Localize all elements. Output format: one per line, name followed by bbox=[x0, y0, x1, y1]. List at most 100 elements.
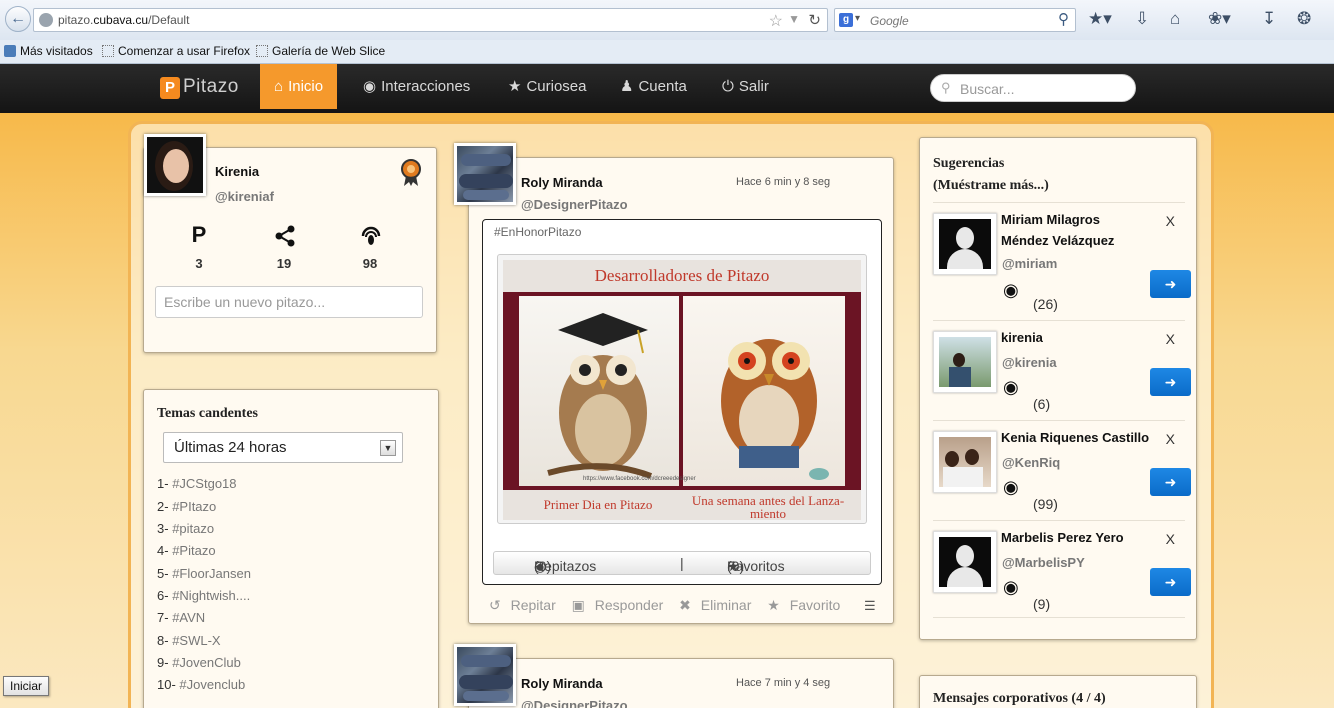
addon-icon[interactable]: ❀▾ bbox=[1208, 9, 1231, 29]
badge-icon bbox=[401, 159, 421, 186]
page-icon bbox=[256, 45, 268, 57]
bookmark-getting-started[interactable]: Comenzar a usar Firefox bbox=[102, 44, 250, 58]
stat-shares[interactable]: 19 bbox=[269, 256, 299, 271]
trend-item[interactable]: 10- #Jovenclub bbox=[157, 677, 245, 692]
profile-name[interactable]: Kirenia bbox=[215, 164, 259, 179]
post-hashtag[interactable]: #EnHonorPitazo bbox=[494, 225, 581, 239]
browser-search-bar[interactable]: g ▾ Google ⚲ bbox=[834, 8, 1076, 32]
post-time: Hace 6 min y 8 seg bbox=[736, 176, 831, 188]
nav-curiosea[interactable]: ★ Curiosea bbox=[508, 64, 586, 109]
follow-button[interactable]: ➜ bbox=[1150, 368, 1191, 396]
suggestion-handle[interactable]: @kirenia bbox=[1002, 355, 1057, 370]
post-image-frame: Desarrolladores de Pitazo Primer Dia en … bbox=[497, 254, 867, 524]
nav-inicio[interactable]: ⌂ Inicio bbox=[260, 64, 338, 109]
back-button[interactable]: ← bbox=[5, 6, 31, 32]
suggestion-name[interactable]: kirenia bbox=[1001, 327, 1151, 348]
trend-item[interactable]: 6- #Nightwish.... bbox=[157, 588, 250, 603]
suggestions-card: Sugerencias (Muéstrame más...) Miriam Mi… bbox=[919, 137, 1197, 640]
search-input[interactable]: ⚲ Buscar... bbox=[930, 74, 1136, 102]
trend-item[interactable]: 5- #FloorJansen bbox=[157, 566, 251, 581]
follow-button[interactable]: ➜ bbox=[1150, 568, 1191, 596]
page-icon bbox=[102, 45, 114, 57]
bookmark-web-slice[interactable]: Galería de Web Slice bbox=[256, 44, 385, 58]
period-select[interactable]: Últimas 24 horas ▼ bbox=[163, 432, 403, 463]
dismiss-suggestion-button[interactable]: X bbox=[1166, 431, 1175, 447]
history-dropdown-icon[interactable]: ▼ bbox=[788, 12, 800, 26]
suggestion-handle[interactable]: @MarbelisPY bbox=[1002, 555, 1085, 570]
save-icon[interactable]: ↧ bbox=[1262, 9, 1276, 29]
share-icon: ➜ bbox=[1164, 574, 1177, 590]
start-button[interactable]: Iniciar bbox=[3, 676, 50, 696]
suggestion-avatar[interactable] bbox=[933, 431, 997, 493]
bookmark-icon bbox=[4, 45, 16, 57]
engine-dropdown-icon[interactable]: ▾ bbox=[855, 13, 860, 24]
suggestion-count: (6) bbox=[1033, 396, 1051, 412]
profile-handle[interactable]: @kireniaf bbox=[215, 189, 274, 204]
trending-title: Temas candentes bbox=[157, 406, 258, 421]
trending-card: Temas candentes Últimas 24 horas ▼ 1- #J… bbox=[143, 389, 439, 708]
nav-interacciones[interactable]: ◉ Interacciones bbox=[363, 64, 470, 109]
suggestion-name[interactable]: Marbelis Perez Yero bbox=[1001, 527, 1151, 548]
download-icon[interactable]: ⇩ bbox=[1135, 9, 1149, 29]
trend-item[interactable]: 8- #SWL-X bbox=[157, 633, 221, 648]
app-navbar: P Pitazo ⌂ Inicio ◉ Interacciones ★ Curiose… bbox=[0, 64, 1334, 113]
search-icon[interactable]: ⚲ bbox=[1058, 10, 1069, 28]
suggestion-avatar[interactable] bbox=[933, 213, 997, 275]
listen-icon: ◉ bbox=[1003, 577, 1019, 597]
url-bar[interactable]: pitazo.cubava.cu/Default ☆ ▼ ↻ bbox=[33, 8, 828, 32]
settings-icon[interactable]: ❂ bbox=[1297, 9, 1311, 29]
bookmarks-menu-icon[interactable]: ★▾ bbox=[1088, 9, 1112, 29]
dismiss-suggestion-button[interactable]: X bbox=[1166, 331, 1175, 347]
post-time: Hace 7 min y 4 seg bbox=[736, 677, 831, 689]
post-author-avatar[interactable] bbox=[454, 644, 516, 706]
suggestion-handle[interactable]: @KenRiq bbox=[1002, 455, 1060, 470]
suggestion-avatar[interactable] bbox=[933, 531, 997, 593]
trend-item[interactable]: 1- #JCStgo18 bbox=[157, 476, 237, 491]
google-icon[interactable]: g bbox=[839, 13, 853, 27]
suggestions-title: Sugerencias (Muéstrame más...) bbox=[933, 153, 1049, 197]
post-image[interactable]: Desarrolladores de Pitazo Primer Dia en … bbox=[503, 260, 861, 520]
stat-pitazos[interactable]: 3 bbox=[184, 256, 214, 271]
share-icon: ➜ bbox=[1164, 474, 1177, 490]
nav-salir[interactable]: ⏻ Salir bbox=[722, 64, 769, 109]
post-author-name[interactable]: Roly Miranda bbox=[521, 175, 603, 190]
suggestion-name[interactable]: Kenia Riquenes Castillo bbox=[1001, 427, 1151, 448]
trend-item[interactable]: 9- #JovenClub bbox=[157, 655, 241, 670]
suggestion-count: (9) bbox=[1033, 596, 1051, 612]
repitar-button[interactable]: ↺ Repitar bbox=[489, 597, 562, 613]
nav-cuenta[interactable]: ♟ Cuenta bbox=[620, 64, 687, 109]
trend-item[interactable]: 2- #PItazo bbox=[157, 499, 216, 514]
suggestion-count: (26) bbox=[1033, 296, 1058, 312]
post-author-handle[interactable]: @DesignerPitazo bbox=[521, 698, 628, 708]
profile-avatar[interactable] bbox=[144, 134, 206, 196]
bookmark-most-visited[interactable]: Más visitados bbox=[4, 44, 93, 58]
follow-button[interactable]: ➜ bbox=[1150, 468, 1191, 496]
post-author-avatar[interactable] bbox=[454, 143, 516, 205]
trend-item[interactable]: 4- #Pitazo bbox=[157, 543, 216, 558]
trend-item[interactable]: 7- #AVN bbox=[157, 610, 205, 625]
post-author-name[interactable]: Roly Miranda bbox=[521, 676, 603, 691]
dismiss-suggestion-button[interactable]: X bbox=[1166, 531, 1175, 547]
show-more-link[interactable]: (Muéstrame más...) bbox=[933, 175, 1049, 197]
corporate-messages-title[interactable]: Mensajes corporativos (4 / 4) bbox=[933, 691, 1106, 707]
home-icon[interactable]: ⌂ bbox=[1170, 9, 1180, 29]
bookmark-star-icon[interactable]: ☆ bbox=[769, 11, 783, 31]
post-content: #EnHonorPitazo Desarrolladores de Pitazo bbox=[482, 219, 882, 585]
suggestion-avatar[interactable] bbox=[933, 331, 997, 393]
trend-item[interactable]: 3- #pitazo bbox=[157, 521, 214, 536]
dismiss-suggestion-button[interactable]: X bbox=[1166, 213, 1175, 229]
suggestion-name[interactable]: Miriam Milagros Méndez Velázquez bbox=[1001, 209, 1151, 251]
suggestion-handle[interactable]: @miriam bbox=[1002, 256, 1057, 271]
listen-icon bbox=[361, 226, 381, 245]
favorito-button[interactable]: ★ Favorito bbox=[767, 597, 846, 613]
eye-icon: ◉ bbox=[363, 78, 377, 95]
new-post-input[interactable]: Escribe un nuevo pitazo... bbox=[155, 286, 423, 318]
eliminar-button[interactable]: ✖ Eliminar bbox=[679, 597, 757, 613]
messy-owl-icon bbox=[721, 339, 829, 480]
stat-listeners[interactable]: 98 bbox=[355, 256, 385, 271]
post-author-handle[interactable]: @DesignerPitazo bbox=[521, 197, 628, 212]
responder-button[interactable]: ▣ Responder bbox=[572, 597, 670, 613]
list-menu-icon[interactable]: ☰ bbox=[864, 598, 876, 614]
reload-icon[interactable]: ↻ bbox=[808, 11, 821, 29]
follow-button[interactable]: ➜ bbox=[1150, 270, 1191, 298]
